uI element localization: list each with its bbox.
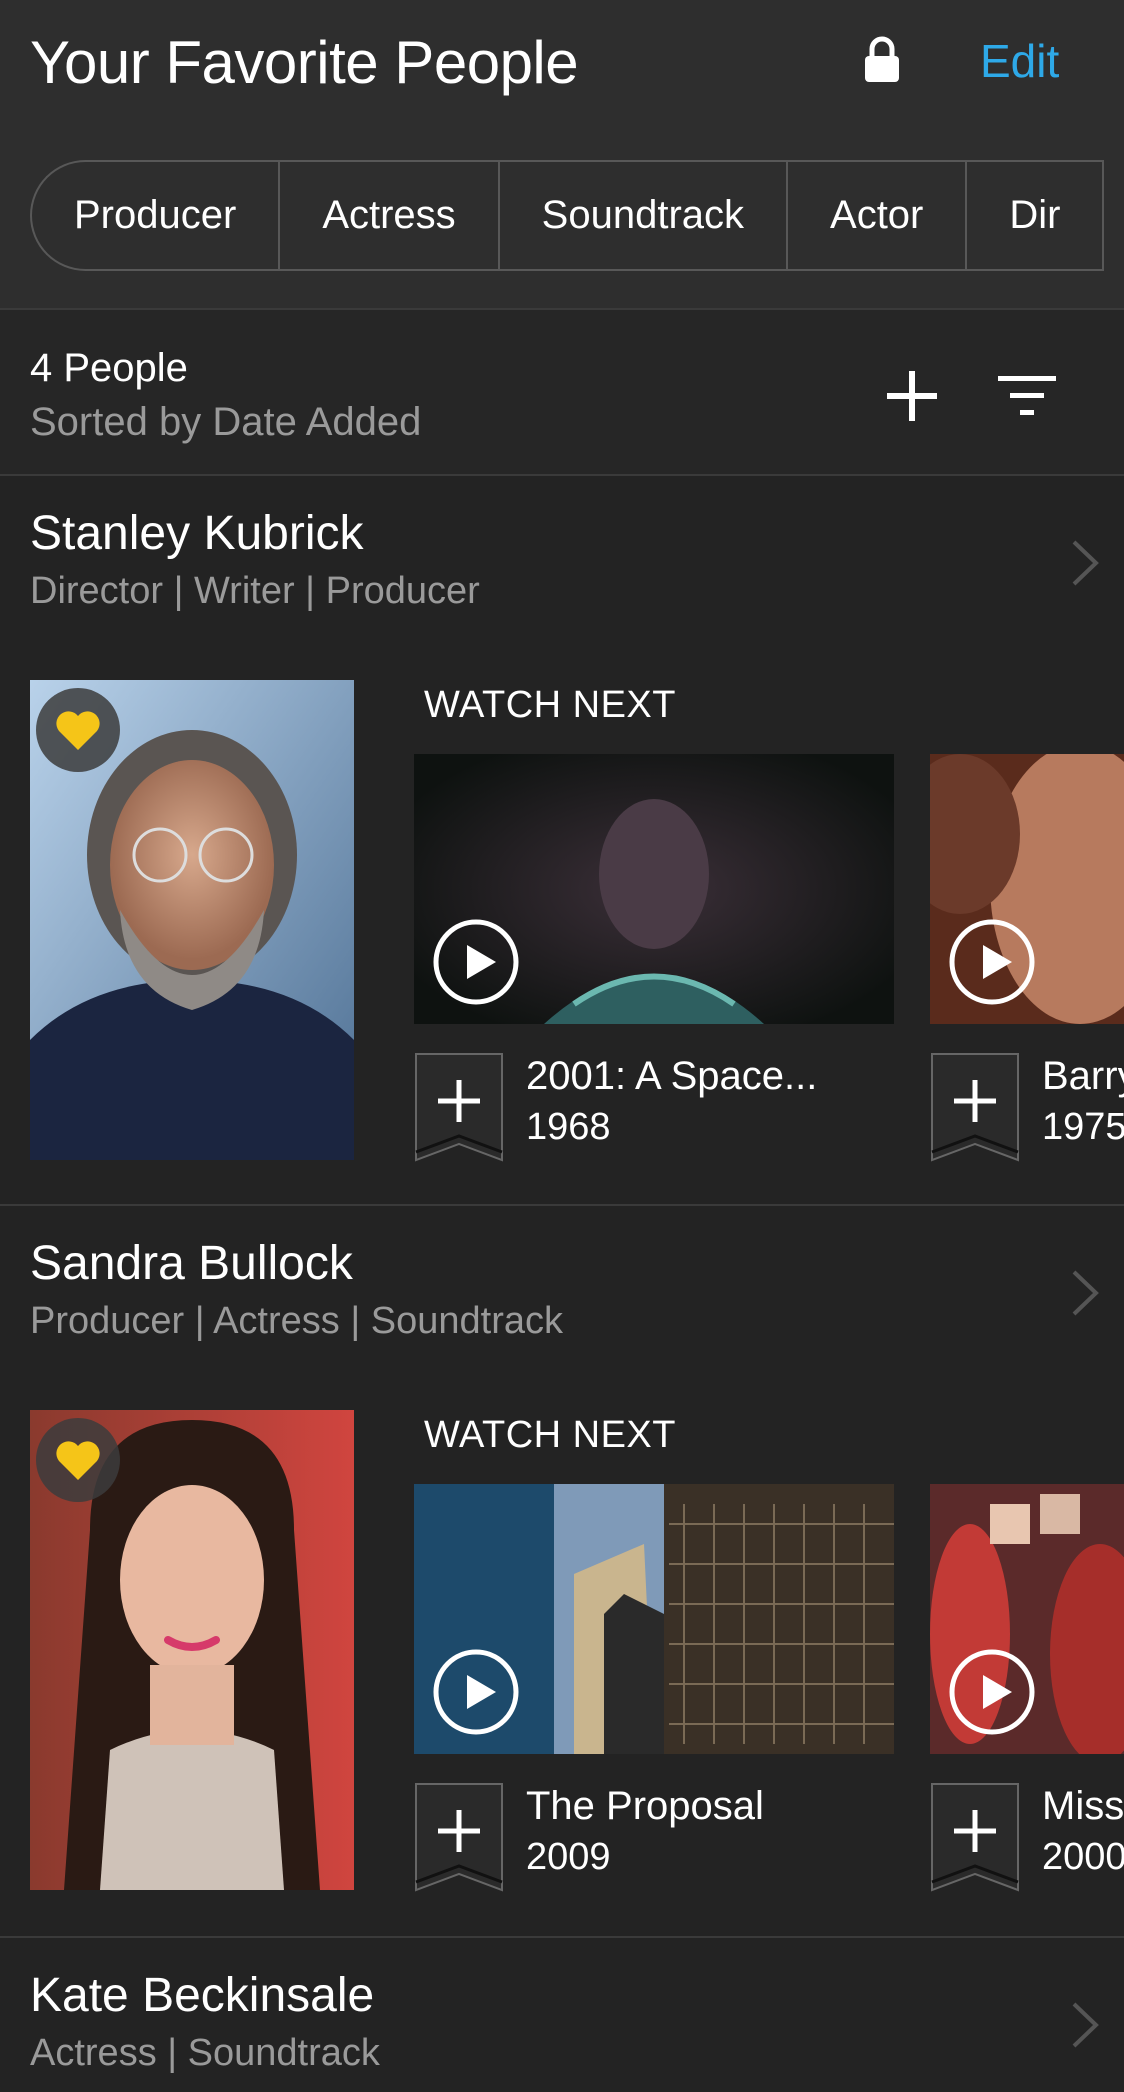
movie-thumbnail[interactable] (930, 754, 1124, 1024)
favorite-badge[interactable] (36, 688, 120, 772)
movie-title[interactable]: 2001: A Space... (526, 1054, 817, 1099)
filter-chip-director[interactable]: Dir (967, 162, 1105, 269)
role-filter-bar: Producer Actress Soundtrack Actor Dir (30, 160, 1105, 271)
person-roles: Actress | Soundtrack (30, 2032, 380, 2074)
filter-chip-producer[interactable]: Producer (32, 162, 281, 269)
chevron-right-icon[interactable] (1070, 1268, 1100, 1318)
movie-year: 2000 (1042, 1836, 1124, 1878)
play-icon[interactable] (432, 1648, 520, 1736)
movie-thumbnail[interactable] (414, 754, 894, 1024)
movie-title[interactable]: The Proposal (526, 1784, 764, 1829)
movie-thumbnail[interactable] (414, 1484, 894, 1754)
watch-next-heading: WATCH NEXT (424, 684, 676, 726)
movie-year: 1975 (1042, 1106, 1124, 1148)
favorite-badge[interactable] (36, 1418, 120, 1502)
play-icon[interactable] (948, 1648, 1036, 1736)
person-row[interactable]: Stanley Kubrick Director | Writer | Prod… (0, 476, 1124, 1206)
list-summary-bar: 4 People Sorted by Date Added (0, 308, 1124, 476)
movie-title[interactable]: Miss (1042, 1784, 1124, 1829)
edit-button[interactable]: Edit (980, 34, 1059, 88)
person-name: Kate Beckinsale (30, 1969, 375, 2022)
add-to-watchlist-icon[interactable] (414, 1782, 504, 1892)
person-roles: Director | Writer | Producer (30, 570, 480, 612)
plus-icon[interactable] (882, 366, 942, 426)
people-count: 4 People (30, 346, 188, 390)
person-name: Stanley Kubrick (30, 507, 364, 560)
person-row[interactable]: Sandra Bullock Producer | Actress | Soun… (0, 1206, 1124, 1938)
page-title: Your Favorite People (30, 29, 579, 96)
sort-label: Sorted by Date Added (30, 400, 422, 444)
chevron-right-icon[interactable] (1070, 2000, 1100, 2050)
play-icon[interactable] (432, 918, 520, 1006)
person-name: Sandra Bullock (30, 1237, 353, 1290)
filter-icon[interactable] (996, 370, 1060, 422)
filter-chip-actor[interactable]: Actor (788, 162, 968, 269)
watch-next-heading: WATCH NEXT (424, 1414, 676, 1456)
movie-thumbnail[interactable] (930, 1484, 1124, 1754)
filter-chip-actress[interactable]: Actress (280, 162, 500, 269)
filter-chip-soundtrack[interactable]: Soundtrack (500, 162, 789, 269)
add-to-watchlist-icon[interactable] (930, 1052, 1020, 1162)
add-to-watchlist-icon[interactable] (414, 1052, 504, 1162)
add-to-watchlist-icon[interactable] (930, 1782, 1020, 1892)
app-header: Your Favorite People Edit Producer Actre… (0, 0, 1124, 308)
heart-icon (56, 1441, 100, 1480)
person-roles: Producer | Actress | Soundtrack (30, 1300, 563, 1342)
person-row[interactable]: Kate Beckinsale Actress | Soundtrack (0, 1938, 1124, 2092)
chevron-right-icon[interactable] (1070, 538, 1100, 588)
play-icon[interactable] (948, 918, 1036, 1006)
lock-icon[interactable] (862, 36, 902, 84)
heart-icon (56, 711, 100, 750)
movie-year: 1968 (526, 1106, 611, 1148)
movie-year: 2009 (526, 1836, 611, 1878)
movie-title[interactable]: Barry (1042, 1054, 1124, 1099)
